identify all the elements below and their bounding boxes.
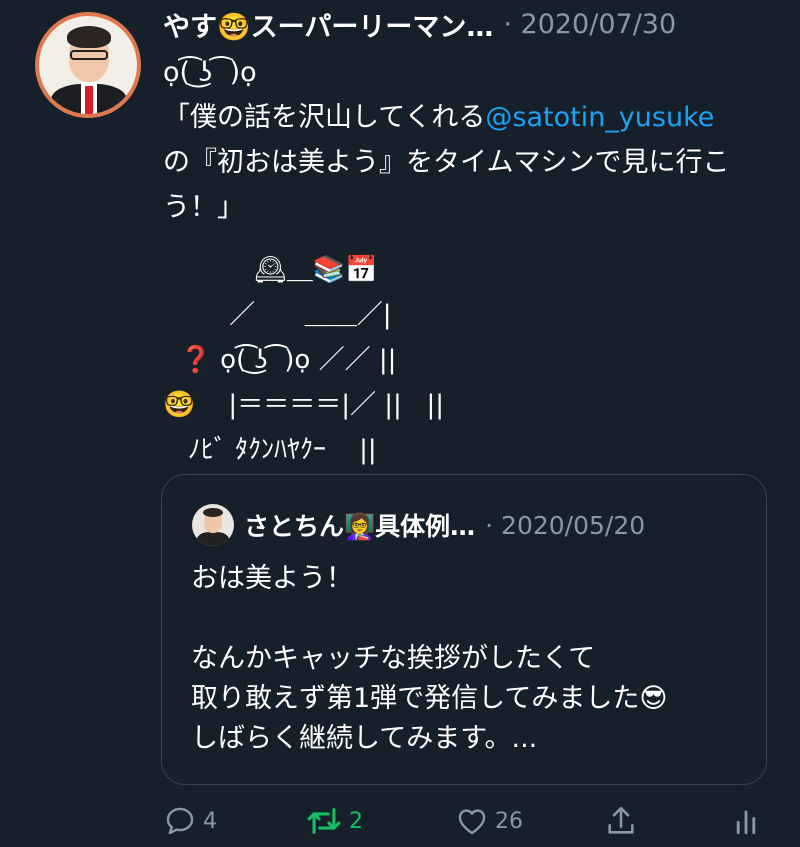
art-line: ọ(͡ ͜ʖ ͡ )ọ ／／ || xyxy=(220,345,397,375)
share-icon xyxy=(604,804,638,838)
art-line: 🕰＿📚📅 xyxy=(163,255,378,285)
retweet-count: 2 xyxy=(349,808,363,834)
quoted-tweet-text: おは美よう！ なんかキャッチな挨拶がしたくて 取り敢えず第1弾で発信してみました… xyxy=(191,563,668,754)
tweet-header: やす🤓スーパーリーマン… · 2020/07/30 xyxy=(163,4,676,44)
quoted-tweet[interactable]: さとちん👩‍🏫具体例… · 2020/05/20 おは美よう！ なんかキャッチな… xyxy=(161,474,767,785)
like-button[interactable]: 26 xyxy=(455,798,523,844)
quoted-tweet-timestamp: · 2020/05/20 xyxy=(485,510,646,540)
author-name[interactable]: やす🤓スーパーリーマン… xyxy=(163,5,493,44)
ascii-art: 🕰＿📚📅 ／ ＿＿／| ❓ ọ(͡ ͜ʖ ͡ )ọ ／／ || 🤓 |＝＝＝＝|… xyxy=(163,248,783,473)
quoted-author-avatar xyxy=(192,504,234,546)
analytics-button[interactable] xyxy=(733,798,759,844)
retweet-button[interactable]: 2 xyxy=(305,798,363,844)
tweet-timestamp[interactable]: · 2020/07/30 xyxy=(503,9,676,40)
art-line: |＝＝＝＝|／ || || xyxy=(195,390,445,420)
nerd-face-icon: 🤓 xyxy=(163,390,196,420)
author-avatar[interactable] xyxy=(35,12,141,118)
art-line: ﾉﾋﾞ ﾀｸﾝﾊﾔｸｰ || xyxy=(163,435,377,465)
like-count: 26 xyxy=(495,808,523,834)
tweet-detail: やす🤓スーパーリーマン… · 2020/07/30 ọ(͡ ͜ʖ ͡ )ọ 「僕… xyxy=(0,0,800,847)
heart-icon xyxy=(455,804,489,838)
tweet-text: ọ(͡ ͜ʖ ͡ )ọ 「僕の話を沢山してくれる@satotin_yusuke … xyxy=(163,50,783,230)
tweet-text-part: の『初おは美よう』をタイムマシンで見に行こう！」 xyxy=(163,147,730,223)
question-mark-icon: ❓ xyxy=(163,345,221,375)
reply-icon xyxy=(163,804,197,838)
quoted-author-name: さとちん👩‍🏫具体例… xyxy=(244,512,476,541)
tweet-text-part: ọ(͡ ͜ʖ ͡ )ọ 「僕の話を沢山してくれる xyxy=(163,57,486,133)
share-button[interactable] xyxy=(604,798,638,844)
analytics-icon xyxy=(733,804,759,838)
action-bar: 4 2 26 xyxy=(0,798,800,844)
mention-link[interactable]: @satotin_yusuke xyxy=(485,102,714,133)
retweet-icon xyxy=(305,804,343,838)
reply-button[interactable]: 4 xyxy=(163,798,217,844)
reply-count: 4 xyxy=(203,808,217,834)
art-line: ／ ＿＿／| xyxy=(163,300,392,330)
avatar-photo xyxy=(39,16,137,114)
quoted-tweet-header: さとちん👩‍🏫具体例… · 2020/05/20 xyxy=(244,505,645,545)
